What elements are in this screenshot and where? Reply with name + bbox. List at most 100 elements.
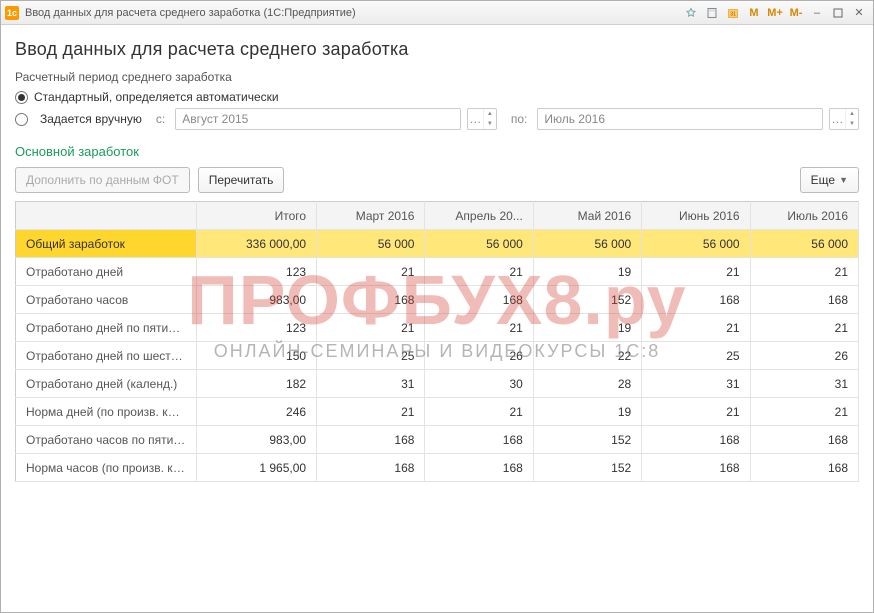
- table-row[interactable]: Отработано дней1232121192121: [16, 258, 859, 286]
- table-row[interactable]: Отработано дней по пятидне...12321211921…: [16, 314, 859, 342]
- star-icon[interactable]: [681, 4, 701, 22]
- cell[interactable]: 21: [317, 258, 425, 286]
- cell[interactable]: 168: [425, 286, 533, 314]
- cell[interactable]: 168: [642, 454, 750, 482]
- cell[interactable]: 152: [533, 286, 641, 314]
- cell[interactable]: 182: [196, 370, 316, 398]
- radio-auto-row[interactable]: Стандартный, определяется автоматически: [15, 90, 859, 104]
- row-label: Отработано часов: [16, 286, 197, 314]
- cell[interactable]: 21: [425, 258, 533, 286]
- cell[interactable]: 123: [196, 258, 316, 286]
- cell[interactable]: 21: [425, 314, 533, 342]
- cell[interactable]: 168: [317, 286, 425, 314]
- cell[interactable]: 31: [750, 370, 858, 398]
- cell[interactable]: 21: [317, 398, 425, 426]
- recalc-button[interactable]: Перечитать: [198, 167, 285, 193]
- table-row[interactable]: Отработано часов по пятидн...983,0016816…: [16, 426, 859, 454]
- col-header[interactable]: Май 2016: [533, 202, 641, 230]
- cell[interactable]: 25: [642, 342, 750, 370]
- table-row[interactable]: Общий заработок336 000,0056 00056 00056 …: [16, 230, 859, 258]
- toolbar: Дополнить по данным ФОТ Перечитать Еще ▼: [15, 167, 859, 193]
- cell[interactable]: 56 000: [642, 230, 750, 258]
- col-header[interactable]: [16, 202, 197, 230]
- memory-mplus-button[interactable]: M+: [765, 4, 785, 22]
- fill-fot-button[interactable]: Дополнить по данным ФОТ: [15, 167, 190, 193]
- calc-icon[interactable]: [702, 4, 722, 22]
- calendar-icon[interactable]: 31: [723, 4, 743, 22]
- date-from-spinner[interactable]: …▲▼: [467, 108, 497, 130]
- close-button[interactable]: ✕: [849, 4, 869, 22]
- from-label: с:: [156, 112, 165, 126]
- cell[interactable]: 168: [317, 426, 425, 454]
- cell[interactable]: 31: [642, 370, 750, 398]
- cell[interactable]: 150: [196, 342, 316, 370]
- cell[interactable]: 21: [642, 314, 750, 342]
- cell[interactable]: 21: [642, 398, 750, 426]
- cell[interactable]: 21: [750, 314, 858, 342]
- memory-m-button[interactable]: M: [744, 4, 764, 22]
- memory-mminus-button[interactable]: M-: [786, 4, 806, 22]
- date-from-input[interactable]: Август 2015: [175, 108, 461, 130]
- cell[interactable]: 56 000: [750, 230, 858, 258]
- cell[interactable]: 1 965,00: [196, 454, 316, 482]
- table-row[interactable]: Отработано дней по шестидн...15025262225…: [16, 342, 859, 370]
- cell[interactable]: 152: [533, 454, 641, 482]
- cell[interactable]: 31: [317, 370, 425, 398]
- cell[interactable]: 168: [750, 454, 858, 482]
- col-header[interactable]: Итого: [196, 202, 316, 230]
- cell[interactable]: 22: [533, 342, 641, 370]
- cell[interactable]: 168: [642, 426, 750, 454]
- earnings-table[interactable]: Итого Март 2016 Апрель 20... Май 2016 Ию…: [15, 201, 859, 482]
- cell[interactable]: 168: [425, 426, 533, 454]
- cell[interactable]: 19: [533, 398, 641, 426]
- col-header[interactable]: Июль 2016: [750, 202, 858, 230]
- cell[interactable]: 30: [425, 370, 533, 398]
- radio-manual-row[interactable]: Задается вручную с: Август 2015 …▲▼ по: …: [15, 108, 859, 130]
- cell[interactable]: 246: [196, 398, 316, 426]
- cell[interactable]: 25: [317, 342, 425, 370]
- cell[interactable]: 26: [425, 342, 533, 370]
- cell[interactable]: 123: [196, 314, 316, 342]
- date-to-input[interactable]: Июль 2016: [537, 108, 823, 130]
- cell[interactable]: 26: [750, 342, 858, 370]
- table-row[interactable]: Норма часов (по произв. кал...1 965,0016…: [16, 454, 859, 482]
- cell[interactable]: 983,00: [196, 426, 316, 454]
- table-row[interactable]: Норма дней (по произв. кале...2462121192…: [16, 398, 859, 426]
- col-header[interactable]: Апрель 20...: [425, 202, 533, 230]
- cell[interactable]: 21: [642, 258, 750, 286]
- more-button[interactable]: Еще ▼: [800, 167, 859, 193]
- cell[interactable]: 19: [533, 258, 641, 286]
- cell[interactable]: 19: [533, 314, 641, 342]
- maximize-button[interactable]: [828, 4, 848, 22]
- cell[interactable]: 168: [425, 454, 533, 482]
- cell[interactable]: 21: [750, 258, 858, 286]
- app-window: 1c Ввод данных для расчета среднего зара…: [0, 0, 874, 613]
- cell[interactable]: 56 000: [533, 230, 641, 258]
- cell[interactable]: 168: [750, 426, 858, 454]
- row-label: Норма дней (по произв. кале...: [16, 398, 197, 426]
- cell[interactable]: 56 000: [425, 230, 533, 258]
- col-header[interactable]: Июнь 2016: [642, 202, 750, 230]
- cell[interactable]: 56 000: [317, 230, 425, 258]
- col-header[interactable]: Март 2016: [317, 202, 425, 230]
- radio-manual-label: Задается вручную: [40, 112, 142, 126]
- radio-auto[interactable]: [15, 91, 28, 104]
- section-title: Основной заработок: [15, 144, 859, 159]
- cell[interactable]: 152: [533, 426, 641, 454]
- cell[interactable]: 983,00: [196, 286, 316, 314]
- row-label: Норма часов (по произв. кал...: [16, 454, 197, 482]
- cell[interactable]: 28: [533, 370, 641, 398]
- table-row[interactable]: Отработано дней (календ.)1823130283131: [16, 370, 859, 398]
- cell[interactable]: 168: [750, 286, 858, 314]
- cell[interactable]: 168: [317, 454, 425, 482]
- cell[interactable]: 168: [642, 286, 750, 314]
- radio-manual[interactable]: [15, 113, 28, 126]
- table-row[interactable]: Отработано часов983,00168168152168168: [16, 286, 859, 314]
- cell[interactable]: 336 000,00: [196, 230, 316, 258]
- cell[interactable]: 21: [317, 314, 425, 342]
- titlebar: 1c Ввод данных для расчета среднего зара…: [1, 1, 873, 25]
- cell[interactable]: 21: [425, 398, 533, 426]
- date-to-spinner[interactable]: …▲▼: [829, 108, 859, 130]
- minimize-button[interactable]: –: [807, 4, 827, 22]
- cell[interactable]: 21: [750, 398, 858, 426]
